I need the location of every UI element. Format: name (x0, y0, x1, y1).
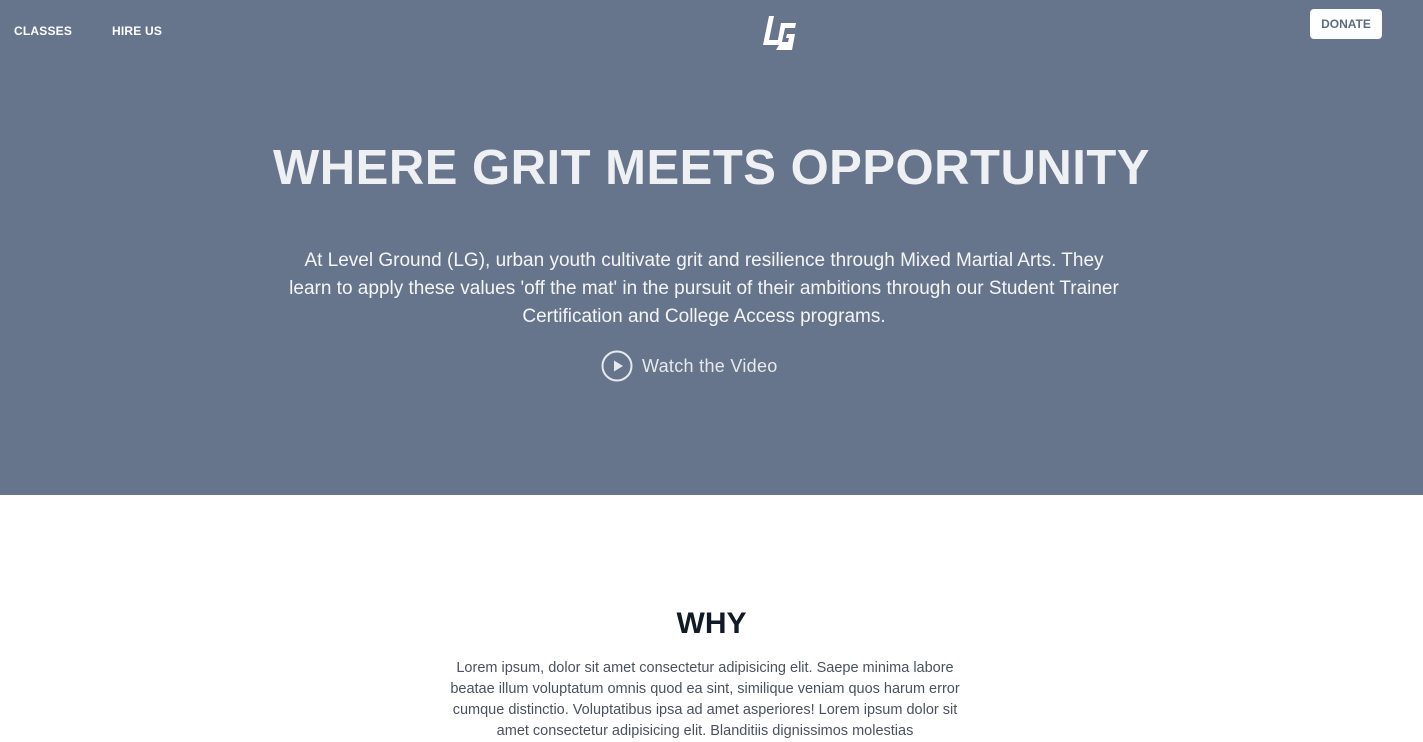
hero-title: WHERE GRIT MEETS OPPORTUNITY (273, 141, 1150, 195)
donate-button[interactable]: DONATE (1310, 9, 1382, 39)
watch-video-label: Watch the Video (642, 355, 778, 376)
why-text: Lorem ipsum, dolor sit amet consectetur … (450, 660, 960, 739)
nav-link-classes[interactable]: CLASSES (14, 24, 72, 38)
play-circle-icon (601, 350, 633, 382)
nav-link-hire-us[interactable]: HIRE US (112, 24, 162, 38)
hero-section: CLASSES HIRE US DONATE WHERE GRIT MEETS … (0, 0, 1423, 495)
why-heading: WHY (676, 607, 747, 640)
hero-description: At Level Ground (LG), urban youth cultiv… (289, 250, 1119, 327)
lg-logo-icon[interactable] (760, 14, 800, 54)
watch-video-link[interactable]: Watch the Video (601, 350, 778, 382)
